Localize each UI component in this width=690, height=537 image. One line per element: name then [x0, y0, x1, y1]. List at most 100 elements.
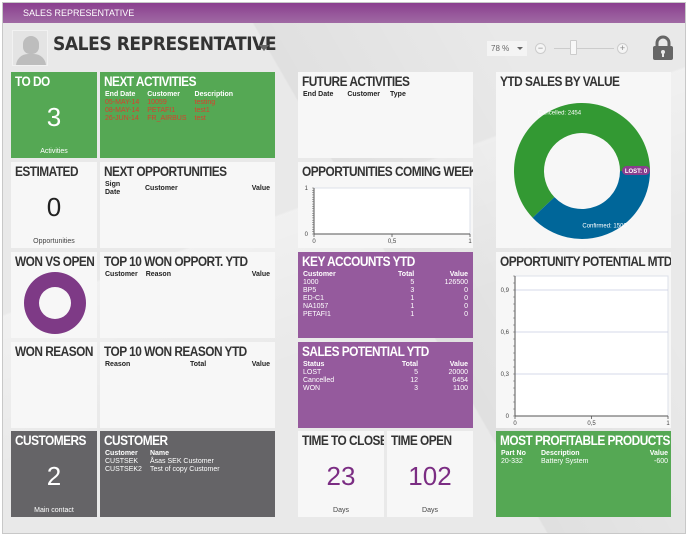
- x-tick-label: 1: [666, 421, 670, 427]
- customer-cell: PETAFI1: [147, 107, 176, 114]
- table-row[interactable]: BP5 3 0: [303, 287, 468, 295]
- donut-label-confirmed: Confirmed: 1500: [582, 224, 627, 230]
- table-row[interactable]: LOST 5 20000: [303, 369, 468, 377]
- tile-title: TIME TO CLOSE: [302, 433, 384, 448]
- tile-key-accounts[interactable]: KEY ACCOUNTS YTD Customer Total Value 10…: [298, 252, 473, 338]
- tile-title: ESTIMATED: [15, 164, 79, 179]
- tile-title: NEXT ACTIVITIES: [104, 74, 196, 89]
- todo-count: 3: [46, 102, 62, 132]
- todo-label: Activities: [40, 148, 68, 155]
- avatar[interactable]: [12, 30, 48, 66]
- table-row[interactable]: NA1057 1 0: [303, 303, 468, 311]
- customer-cell: BP5: [303, 287, 317, 294]
- top10-won-opport-table: Customer Reason Value: [105, 271, 270, 279]
- zoom-slider-handle[interactable]: [570, 40, 577, 55]
- tile-todo[interactable]: TO DO 3 Activities: [11, 72, 97, 158]
- tile-time-open[interactable]: TIME OPEN 102 Days: [387, 431, 473, 517]
- column-header: Value: [449, 361, 468, 368]
- tile-won-reason[interactable]: WON REASON: [11, 342, 97, 428]
- table-row[interactable]: WON 3 1100: [303, 385, 468, 393]
- tile-customer[interactable]: CUSTOMER Customer Name CUSTSEK Åsas SEK …: [100, 431, 275, 517]
- table-row[interactable]: 08-MAY-14 PETAFI1 test1: [105, 107, 241, 115]
- column-header: Total: [401, 361, 419, 368]
- end-date-cell: 26-JUN-14: [105, 115, 139, 122]
- column-header: Customer: [303, 271, 336, 278]
- column-header: Status: [303, 361, 325, 368]
- key-accounts-table: Customer Total Value 1000 5 126500 BP5 3…: [303, 271, 468, 319]
- table-row[interactable]: CUSTSEK2 Test of copy Customer: [105, 466, 228, 474]
- x-tick-label: 0: [312, 239, 316, 245]
- x-tick-label: 0,5: [587, 421, 596, 427]
- tile-title: CUSTOMER: [104, 433, 168, 448]
- chevron-down-icon[interactable]: [259, 45, 269, 51]
- tile-title: OPPORTUNITY POTENTIAL MTD: [500, 254, 671, 269]
- customer-cell: FR_AIRBUS: [147, 115, 187, 122]
- status-cell: WON: [303, 385, 321, 392]
- donut-label-lost: LOST: 0: [622, 166, 650, 175]
- ytd-sales-donut-chart: Cancelled: 2454 Confirmed: 1500 LOST: 0: [514, 103, 650, 239]
- table-row[interactable]: 26-JUN-14 FR_AIRBUS test: [105, 115, 241, 123]
- status-cell: Cancelled: [303, 377, 335, 384]
- tile-opportunity-potential-mtd[interactable]: OPPORTUNITY POTENTIAL MTD 0 0,3 0,6 0,9 0 0,5…: [496, 252, 671, 428]
- chevron-down-icon: [517, 47, 523, 50]
- total-cell: 5: [414, 369, 419, 376]
- zoom-level-select[interactable]: 78 %: [487, 41, 527, 56]
- tile-title: CUSTOMERS: [15, 433, 86, 448]
- table-row[interactable]: 1000 5 126500: [303, 279, 468, 287]
- time-to-close-label: Days: [333, 507, 349, 514]
- next-activities-table: End Date Customer Description 05-MAY-14 …: [105, 91, 241, 123]
- column-header: Description: [194, 91, 234, 98]
- tile-title: YTD SALES BY VALUE: [500, 74, 620, 89]
- y-tick-label: 0,3: [501, 372, 510, 378]
- window-title: SALES REPRESENTATIVE: [23, 8, 135, 18]
- most-profitable-table: Part No Description Value 20-332 Battery…: [501, 450, 668, 466]
- donut-slice-won[interactable]: [24, 272, 86, 334]
- value-cell: 126500: [444, 279, 468, 286]
- tile-top10-won-reason[interactable]: TOP 10 WON REASON YTD Reason Total Value: [100, 342, 275, 428]
- column-header: End Date: [303, 91, 334, 98]
- column-header: Customer: [145, 185, 178, 192]
- column-header: Customer: [105, 271, 138, 278]
- total-cell: 1: [410, 295, 415, 302]
- tile-won-vs-open[interactable]: WON VS OPEN: [11, 252, 97, 338]
- tile-ytd-sales-by-value[interactable]: YTD SALES BY VALUE Cancelled: 2454 Confir…: [496, 72, 671, 248]
- tile-title: TO DO: [15, 74, 50, 89]
- avatar-body-shape: [16, 54, 46, 65]
- value-cell: 20000: [448, 369, 468, 376]
- table-row[interactable]: ED-C1 1 0: [303, 295, 468, 303]
- end-date-cell: 05-MAY-14: [105, 99, 140, 106]
- tile-estimated[interactable]: ESTIMATED 0 Opportunities: [11, 162, 97, 248]
- y-tick-label: 1: [305, 186, 309, 192]
- tile-next-opportunities[interactable]: NEXT OPPORTUNITIES Sign Date Customer Va…: [100, 162, 275, 248]
- tile-sales-potential[interactable]: SALES POTENTIAL YTD Status Total Value L…: [298, 342, 473, 428]
- future-activities-table: End Date Customer Type: [303, 91, 414, 99]
- column-header: Customer: [147, 91, 180, 98]
- lock-icon[interactable]: [650, 35, 676, 61]
- table-row[interactable]: PETAFI1 1 0: [303, 311, 468, 319]
- tile-customers[interactable]: CUSTOMERS 2 Main contact: [11, 431, 97, 517]
- customer-cell: 1000: [303, 279, 319, 286]
- column-header: Sign Date: [105, 181, 121, 196]
- value-cell: 0: [464, 303, 468, 310]
- zoom-in-button[interactable]: +: [617, 43, 628, 54]
- table-row[interactable]: CUSTSEK Åsas SEK Customer: [105, 458, 228, 466]
- tile-opportunities-coming-week[interactable]: OPPORTUNITIES COMING WEEK 0 1 0 0,5 1: [298, 162, 473, 248]
- status-cell: LOST: [303, 369, 322, 376]
- tile-title: FUTURE ACTIVITIES: [302, 74, 410, 89]
- tile-title: SALES POTENTIAL YTD: [302, 344, 429, 359]
- description-cell: Battery System: [541, 458, 589, 465]
- zoom-slider-track[interactable]: [554, 48, 614, 49]
- tile-top10-won-opport[interactable]: TOP 10 WON OPPORT. YTD Customer Reason V…: [100, 252, 275, 338]
- tile-time-to-close[interactable]: TIME TO CLOSE 23 Days: [298, 431, 384, 517]
- value-cell: 0: [464, 311, 468, 318]
- table-row[interactable]: Cancelled 12 6454: [303, 377, 468, 385]
- zoom-out-button[interactable]: −: [535, 43, 546, 54]
- tile-future-activities[interactable]: FUTURE ACTIVITIES End Date Customer Type: [298, 72, 473, 158]
- next-opportunities-table: Sign Date Customer Value: [105, 181, 270, 197]
- y-tick-label: 0,6: [501, 330, 510, 336]
- tile-most-profitable-products[interactable]: MOST PROFITABLE PRODUCTS Part No Descrip…: [496, 431, 671, 517]
- tile-next-activities[interactable]: NEXT ACTIVITIES End Date Customer Descri…: [100, 72, 275, 158]
- tile-title: TOP 10 WON OPPORT. YTD: [104, 254, 248, 269]
- table-row[interactable]: 05-MAY-14 10059 testing: [105, 99, 241, 107]
- table-row[interactable]: 20-332 Battery System -600: [501, 458, 668, 466]
